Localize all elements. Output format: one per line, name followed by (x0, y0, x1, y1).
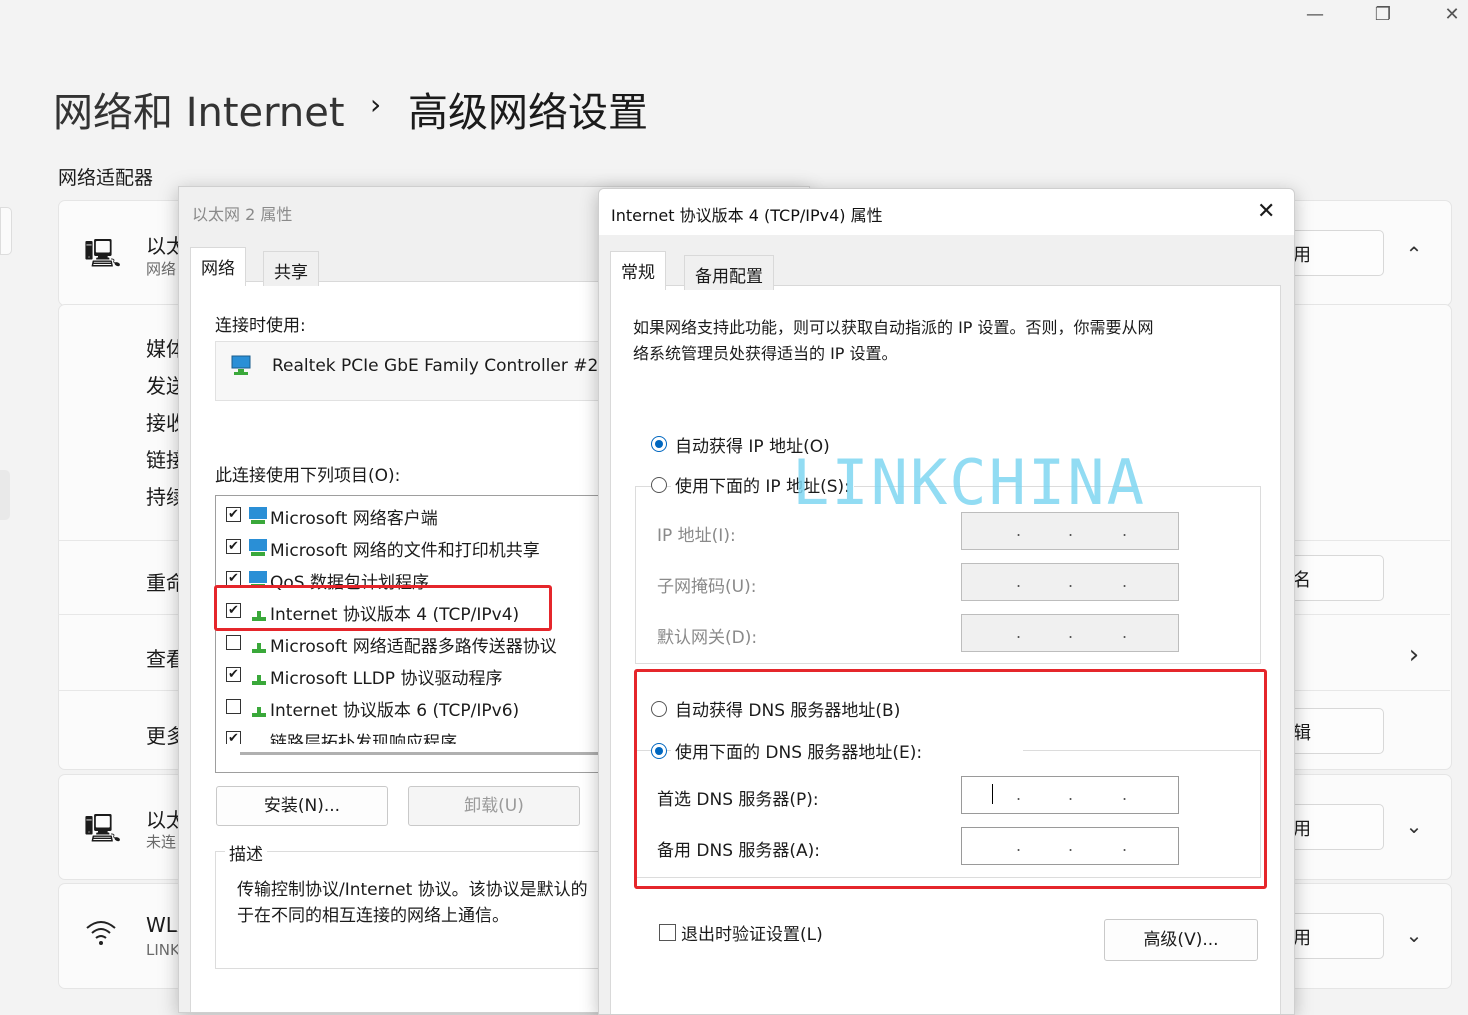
disable-button[interactable]: 用 (1282, 804, 1384, 850)
ipv4-properties-dialog: Internet 协议版本 4 (TCP/IPv4) 属性 ✕ 常规 备用配置 … (598, 188, 1295, 1015)
restore-icon[interactable]: ❐ (1363, 4, 1403, 25)
connect-using-label: 连接时使用: (215, 316, 306, 336)
close-window-icon[interactable]: ✕ (1432, 4, 1468, 25)
chevron-up-icon[interactable]: ⌃ (1400, 242, 1428, 266)
chevron-right-icon[interactable]: › (1400, 640, 1428, 670)
disable-button[interactable]: 用 (1282, 913, 1384, 959)
checkbox[interactable]: ✔ (226, 571, 241, 586)
item-label: Microsoft 网络适配器多路传送器协议 (270, 637, 557, 657)
checkbox[interactable]: ✔ (226, 667, 241, 682)
list-item-ipv6[interactable]: Internet 协议版本 6 (TCP/IPv6) (226, 692, 606, 722)
subnet-mask-input[interactable]: ... (961, 563, 1179, 601)
network-client-icon (249, 507, 267, 524)
intro-text: 络系统管理员处获得适当的 IP 设置。 (633, 344, 898, 363)
advanced-button[interactable]: 高级(V)... (1104, 919, 1258, 961)
wifi-icon (84, 918, 118, 950)
list-item-lldp[interactable]: ✔ Microsoft LLDP 协议驱动程序 (226, 660, 606, 690)
item-label: 链路层拓扑发现响应程序 (270, 733, 457, 744)
chevron-down-icon[interactable]: ⌄ (1400, 814, 1428, 838)
chevron-right-icon: › (370, 88, 382, 121)
ethernet-icon: 🖳 (84, 812, 122, 845)
highlight-dns-section (634, 669, 1267, 889)
dialog-title: 以太网 2 属性 (192, 205, 293, 224)
gateway-label: 默认网关(D): (657, 628, 758, 648)
list-item-file-sharing[interactable]: ✔ Microsoft 网络的文件和打印机共享 (226, 532, 606, 562)
protocol-icon (252, 643, 266, 653)
network-service-icon (249, 539, 267, 556)
section-title: 网络适配器 (58, 167, 154, 189)
item-label: Microsoft 网络客户端 (270, 509, 438, 529)
checkbox[interactable]: ✔ (226, 507, 241, 522)
breadcrumb-parent[interactable]: 网络和 Internet (53, 80, 345, 138)
chevron-down-icon[interactable]: ⌄ (1400, 923, 1428, 947)
validate-label[interactable]: 退出时验证设置(L) (681, 920, 823, 945)
page-title: 高级网络设置 (408, 90, 648, 136)
intro-text: 如果网络支持此功能，则可以获取自动指派的 IP 设置。否则，你需要从网 (633, 318, 1154, 337)
item-label: Internet 协议版本 6 (TCP/IPv6) (270, 701, 520, 721)
adapter-status: 未连 (146, 833, 177, 851)
list-item-multiplexor[interactable]: Microsoft 网络适配器多路传送器协议 (226, 628, 606, 658)
network-adapter-icon (230, 354, 254, 380)
adapter-status: LINK (146, 941, 180, 959)
radio-auto-ip[interactable] (651, 436, 667, 452)
checkbox[interactable] (226, 635, 241, 650)
item-label: Microsoft 网络的文件和打印机共享 (270, 541, 540, 561)
nav-stub (0, 207, 12, 255)
list-item-ms-client[interactable]: ✔ Microsoft 网络客户端 (226, 500, 606, 530)
subnet-mask-label: 子网掩码(U): (657, 577, 757, 597)
description-text: 于在不同的相互连接的网络上通信。 (237, 906, 509, 926)
install-button[interactable]: 安装(N)... (216, 786, 388, 826)
minimize-icon[interactable]: — (1295, 4, 1335, 25)
checkbox[interactable]: ✔ (226, 539, 241, 554)
checkbox[interactable]: ✔ (226, 731, 241, 744)
ip-address-label: IP 地址(I): (657, 526, 736, 546)
tab-sharing[interactable]: 共享 (263, 251, 319, 286)
item-label: Microsoft LLDP 协议驱动程序 (270, 669, 503, 689)
tab-general[interactable]: 常规 (610, 251, 666, 290)
description-label: 描述 (225, 840, 267, 865)
tab-alternate-config[interactable]: 备用配置 (684, 255, 774, 290)
highlight-ipv4-item (214, 585, 552, 631)
checkbox[interactable] (226, 699, 241, 714)
gateway-input[interactable]: ... (961, 614, 1179, 652)
nav-stub-selected (0, 470, 10, 520)
ethernet-icon: 🖳 (84, 237, 122, 270)
edit-button[interactable]: 辑 (1282, 708, 1384, 754)
watermark-text: LINKCHINA (792, 446, 1146, 519)
dialog-title: Internet 协议版本 4 (TCP/IPv4) 属性 (611, 206, 883, 225)
uninstall-button[interactable]: 卸载(U) (408, 786, 580, 826)
disable-button[interactable]: 用 (1282, 230, 1384, 276)
protocol-icon (252, 675, 266, 685)
protocol-icon (252, 707, 266, 717)
adapter-status: 网络 (146, 260, 177, 278)
close-icon[interactable]: ✕ (1257, 199, 1275, 224)
validate-checkbox[interactable] (659, 924, 676, 941)
radio-manual-ip[interactable] (651, 477, 667, 493)
protocol-icon (246, 729, 272, 744)
rename-button[interactable]: 名 (1282, 555, 1384, 601)
tab-network[interactable]: 网络 (190, 247, 246, 286)
list-item-lltd[interactable]: ✔ 链路层拓扑发现响应程序 (226, 724, 606, 744)
description-text: 传输控制协议/Internet 协议。该协议是默认的 (237, 880, 588, 900)
items-label: 此连接使用下列项目(O): (215, 466, 401, 486)
adapter-name: Realtek PCIe GbE Family Controller #2 (272, 356, 599, 376)
